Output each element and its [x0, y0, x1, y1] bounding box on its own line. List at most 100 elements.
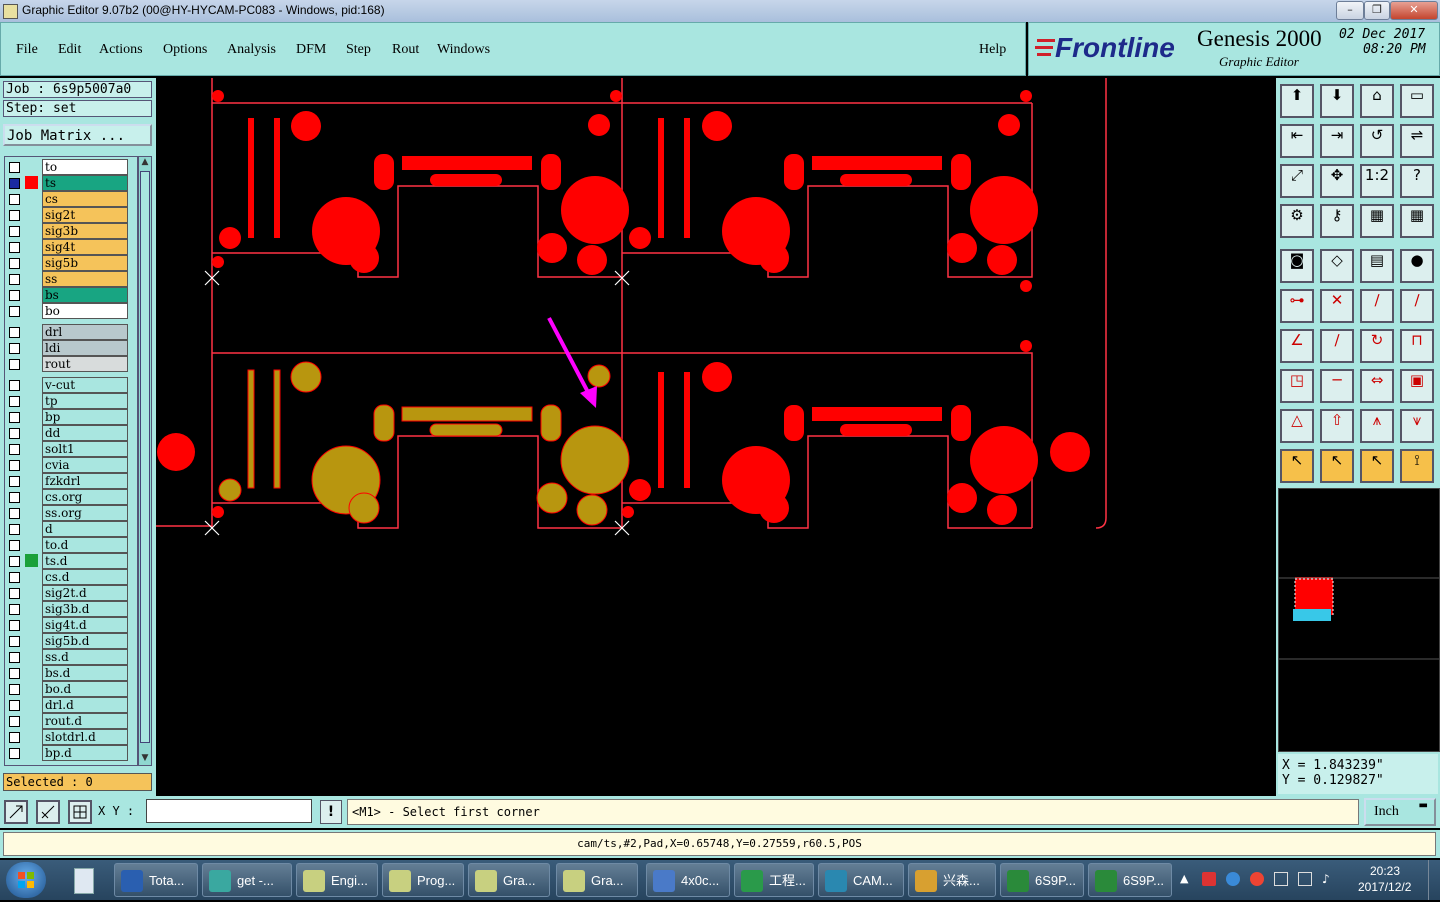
layer-scrollbar[interactable]: ▲ ▼: [138, 156, 152, 766]
layer-row[interactable]: ss: [5, 271, 137, 287]
tray-icon[interactable]: [1202, 872, 1216, 886]
menu-actions[interactable]: Actions: [99, 42, 143, 58]
layer-name[interactable]: d: [42, 521, 128, 537]
net-tool-button[interactable]: ⊶: [1280, 289, 1314, 323]
menu-file[interactable]: File: [16, 42, 38, 58]
layer-row[interactable]: v-cut: [5, 377, 137, 393]
layer-checkbox[interactable]: [9, 476, 20, 487]
mirror-tool-button[interactable]: ⇌: [1400, 124, 1434, 158]
taskbar-item[interactable]: 工程...: [734, 863, 814, 897]
polygon-tool-button[interactable]: ◳: [1280, 369, 1314, 403]
taskbar-item[interactable]: Prog...: [382, 863, 464, 897]
layer-row[interactable]: solt1: [5, 441, 137, 457]
layer-checkbox[interactable]: [9, 684, 20, 695]
taskbar-item[interactable]: CAM...: [818, 863, 904, 897]
layer-name[interactable]: bp: [42, 409, 128, 425]
scale-tool-button[interactable]: 1:2: [1360, 164, 1394, 198]
layer-name[interactable]: cs: [42, 191, 128, 207]
pointer-tool-button[interactable]: ↖: [1280, 449, 1314, 483]
split-tool-button[interactable]: ─: [1320, 369, 1354, 403]
layer-row[interactable]: slotdrl.d: [5, 729, 137, 745]
layer-checkbox[interactable]: [9, 460, 20, 471]
volume-icon[interactable]: ♪: [1322, 872, 1330, 886]
scroll-up-arrow[interactable]: ▲: [140, 157, 150, 169]
menu-dfm[interactable]: DFM: [296, 42, 326, 58]
layer-name[interactable]: ts.d: [42, 553, 128, 569]
layer-row[interactable]: cs.d: [5, 569, 137, 585]
layer-name[interactable]: drl.d: [42, 697, 128, 713]
layer-name[interactable]: to: [42, 159, 128, 175]
layer-name[interactable]: sig4t: [42, 239, 128, 255]
layer-row[interactable]: to: [5, 159, 137, 175]
layer-name[interactable]: sig3b.d: [42, 601, 128, 617]
layer-row[interactable]: ss.d: [5, 649, 137, 665]
pointer-box-tool-button[interactable]: ↖: [1320, 449, 1354, 483]
layer-row[interactable]: sig3b.d: [5, 601, 137, 617]
angle-tool-button[interactable]: ∠: [1280, 329, 1314, 363]
line-pad-tool-button[interactable]: ∕: [1400, 289, 1434, 323]
pad-tool-button[interactable]: ◙: [1280, 249, 1314, 283]
layer-name[interactable]: cs.d: [42, 569, 128, 585]
cross-tool-button[interactable]: ✕: [1320, 289, 1354, 323]
layer-row[interactable]: bs: [5, 287, 137, 303]
layer-row[interactable]: ss.org: [5, 505, 137, 521]
tray-icon[interactable]: [1250, 872, 1264, 886]
layer-name[interactable]: bs: [42, 287, 128, 303]
taskbar-item[interactable]: 4x0c...: [646, 863, 730, 897]
pointer-round-tool-button[interactable]: ↖: [1360, 449, 1394, 483]
line-tool-button[interactable]: ∕: [1320, 329, 1354, 363]
layer-name[interactable]: ts: [42, 175, 128, 191]
home-tool-button[interactable]: ⌂: [1360, 84, 1394, 118]
layer-row[interactable]: rout.d: [5, 713, 137, 729]
menu-options[interactable]: Options: [163, 42, 207, 58]
layer-checkbox[interactable]: [9, 652, 20, 663]
layer-checkbox[interactable]: [9, 428, 20, 439]
pinned-app-icon[interactable]: [66, 866, 100, 896]
maximize-button[interactable]: ❐: [1364, 1, 1390, 20]
help-tool-button[interactable]: ?: [1400, 164, 1434, 198]
layer-checkbox[interactable]: [9, 620, 20, 631]
layer-checkbox[interactable]: [9, 524, 20, 535]
menu-edit[interactable]: Edit: [58, 42, 81, 58]
arch-tool-button[interactable]: ⩚: [1360, 409, 1394, 443]
menu-rout[interactable]: Rout: [392, 42, 419, 58]
layer-row[interactable]: rout: [5, 356, 137, 372]
scroll-down-arrow[interactable]: ▼: [140, 753, 150, 765]
layer-checkbox[interactable]: [9, 290, 20, 301]
layer-checkbox[interactable]: [9, 732, 20, 743]
layer-checkbox[interactable]: [9, 636, 20, 647]
scroll-thumb[interactable]: [140, 171, 150, 743]
layer-checkbox[interactable]: [9, 700, 20, 711]
layer-row[interactable]: sig3b: [5, 223, 137, 239]
layer-name[interactable]: dd: [42, 425, 128, 441]
layer-checkbox[interactable]: [9, 210, 20, 221]
layer-checkbox[interactable]: [9, 604, 20, 615]
layer-row[interactable]: sig2t: [5, 207, 137, 223]
layer-name[interactable]: rout: [42, 356, 128, 372]
layer-row[interactable]: bo.d: [5, 681, 137, 697]
pointer-path-tool-button[interactable]: ⟟: [1400, 449, 1434, 483]
layer-checkbox[interactable]: [9, 444, 20, 455]
overview-preview[interactable]: [1278, 488, 1440, 752]
layer-checkbox[interactable]: [9, 412, 20, 423]
layer-row[interactable]: fzkdrl: [5, 473, 137, 489]
layer-checkbox[interactable]: [9, 359, 20, 370]
layer-name[interactable]: ldi: [42, 340, 128, 356]
layer-row[interactable]: bo: [5, 303, 137, 319]
taskbar-item[interactable]: Tota...: [114, 863, 198, 897]
layer-row[interactable]: cs: [5, 191, 137, 207]
layer-name[interactable]: cs.org: [42, 489, 128, 505]
warning-button[interactable]: !: [320, 800, 342, 824]
layer-name[interactable]: sig2t: [42, 207, 128, 223]
triangle-tool-button[interactable]: △: [1280, 409, 1314, 443]
undo-tool-button[interactable]: ↺: [1360, 124, 1394, 158]
tray-icon[interactable]: [1226, 872, 1240, 886]
key-tool-button[interactable]: ⚷: [1320, 204, 1354, 238]
layer-name[interactable]: bo: [42, 303, 128, 319]
fit-width-tool-button[interactable]: ⇔: [1360, 369, 1394, 403]
ruler-tool-button[interactable]: ▤: [1360, 249, 1394, 283]
tray-expand-icon[interactable]: ▲: [1180, 872, 1188, 885]
copy-up-tool-button[interactable]: ⬆: [1280, 84, 1314, 118]
layer-checkbox[interactable]: [9, 380, 20, 391]
layer-checkbox[interactable]: [9, 748, 20, 759]
